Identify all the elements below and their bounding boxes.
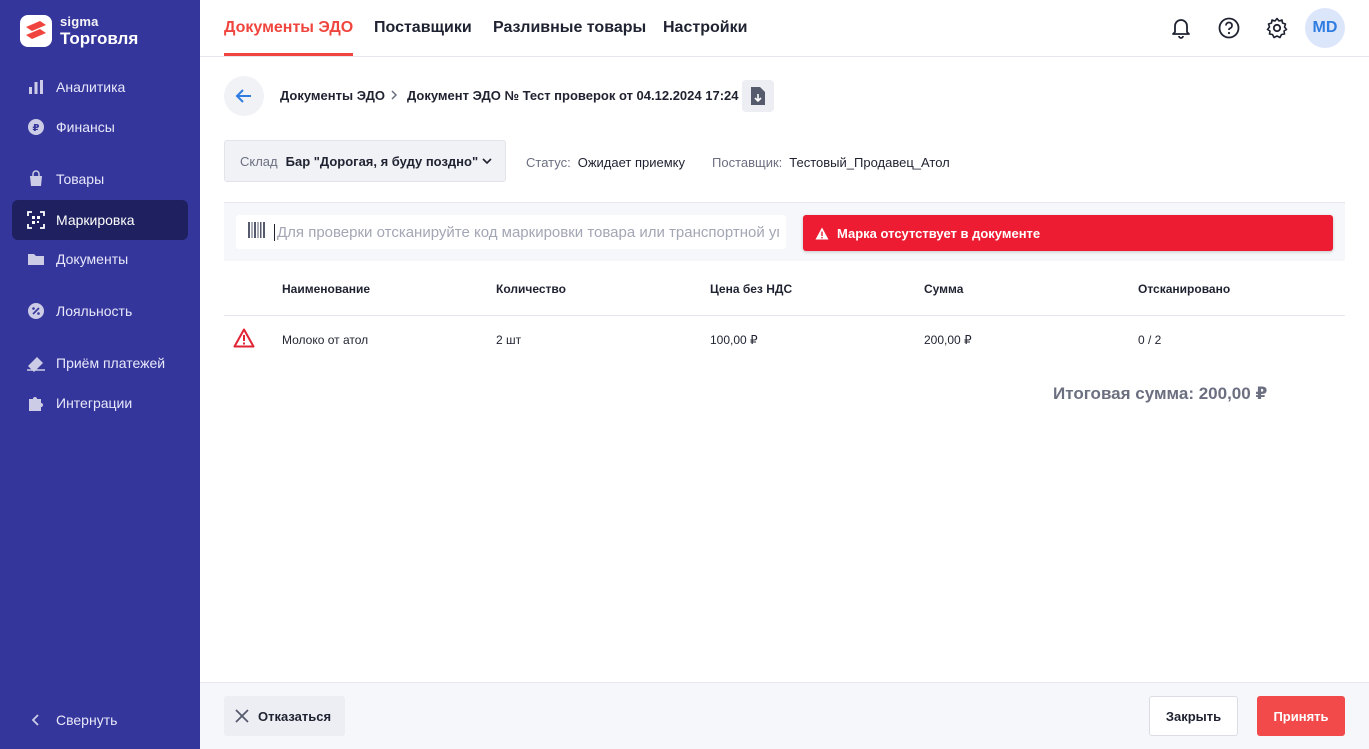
sidebar-item-marking[interactable]: Маркировка (12, 200, 188, 240)
column-header-scanned[interactable]: Отсканировано (1138, 282, 1230, 296)
refuse-button[interactable]: Отказаться (224, 696, 345, 736)
sidebar-item-label: Интеграции (56, 395, 133, 411)
sidebar-item-label: Финансы (56, 119, 115, 135)
back-button[interactable] (224, 76, 264, 116)
gear-icon[interactable] (1263, 14, 1291, 42)
sidebar-item-finance[interactable]: ₽ Финансы (12, 107, 188, 147)
cell-name: Молоко от атол (282, 333, 369, 347)
top-navigation: Документы ЭДО Поставщики Разливные товар… (200, 0, 1369, 57)
sidebar-item-label: Лояльность (56, 303, 133, 319)
logo[interactable]: sigma Торговля (20, 15, 138, 47)
column-header-sum[interactable]: Сумма (924, 282, 963, 296)
logo-sub: sigma (60, 14, 99, 29)
warning-triangle-icon (233, 328, 255, 353)
logo-main: Торговля (60, 29, 139, 48)
tab-suppliers[interactable]: Поставщики (374, 0, 472, 56)
alert-text: Марка отсутствует в документе (837, 225, 1041, 241)
close-button[interactable]: Закрыть (1149, 696, 1238, 736)
error-alert: Марка отсутствует в документе (803, 215, 1333, 251)
sidebar-item-goods[interactable]: Товары (12, 159, 188, 199)
sidebar-item-label: Аналитика (56, 79, 126, 95)
sidebar-item-payments[interactable]: Приём платежей (12, 343, 188, 383)
refuse-label: Отказаться (258, 708, 332, 724)
warehouse-label: Склад (240, 153, 278, 169)
cell-quantity: 2 шт (496, 333, 522, 347)
breadcrumb-current: Документ ЭДО № Тест проверок от 04.12.20… (407, 88, 739, 103)
cell-scanned: 0 / 2 (1138, 333, 1162, 347)
status-label: Статус: (526, 155, 571, 170)
download-document-button[interactable] (742, 80, 774, 112)
sidebar-item-label: Приём платежей (56, 355, 166, 371)
sidebar-item-analytics[interactable]: Аналитика (12, 67, 188, 107)
datamatrix-scan-icon (26, 210, 46, 230)
ruble-coin-icon: ₽ (26, 117, 46, 137)
sidebar: sigma Торговля Аналитика ₽ Финансы Товар… (0, 0, 200, 749)
svg-text:₽: ₽ (33, 123, 40, 134)
tab-edo-documents[interactable]: Документы ЭДО (224, 0, 354, 56)
warning-icon (815, 227, 829, 240)
sidebar-collapse-button[interactable]: Свернуть (12, 700, 188, 740)
percent-badge-icon (26, 301, 46, 321)
cell-sum: 200,00 ₽ (924, 333, 972, 347)
sidebar-item-integrations[interactable]: Интеграции (12, 383, 188, 423)
status-field: Статус: Ожидает приемку (526, 155, 685, 170)
bell-icon[interactable] (1167, 14, 1195, 42)
sigma-logo-icon (20, 15, 52, 47)
chevron-right-icon (389, 88, 399, 107)
warehouse-select[interactable]: Склад Бар "Дорогая, я буду поздно" (224, 140, 506, 182)
puzzle-icon (26, 393, 46, 413)
supplier-field: Поставщик: Тестовый_Продавец_Атол (712, 155, 950, 170)
accept-button[interactable]: Принять (1257, 696, 1345, 736)
sidebar-item-documents[interactable]: Документы (12, 239, 188, 279)
total-sum: Итоговая сумма: 200,00 ₽ (1053, 384, 1268, 403)
sidebar-collapse-label: Свернуть (56, 712, 118, 728)
column-header-name[interactable]: Наименование (282, 282, 370, 296)
folder-icon (26, 249, 46, 269)
tab-settings[interactable]: Настройки (663, 0, 747, 56)
scan-input[interactable] (274, 223, 779, 241)
sidebar-item-label: Документы (56, 251, 129, 267)
sidebar-item-label: Товары (56, 171, 105, 187)
cell-price: 100,00 ₽ (710, 333, 758, 347)
breadcrumb-root[interactable]: Документы ЭДО (280, 88, 385, 103)
divider (224, 315, 1345, 316)
status-value: Ожидает приемку (577, 155, 686, 170)
sidebar-item-label: Маркировка (56, 212, 135, 228)
payment-icon (26, 353, 46, 373)
scan-input-wrapper (236, 215, 786, 249)
barcode-icon (248, 221, 266, 243)
column-header-quantity[interactable]: Количество (496, 282, 566, 296)
sidebar-item-loyalty[interactable]: Лояльность (12, 291, 188, 331)
supplier-label: Поставщик: (712, 155, 783, 170)
bar-chart-icon (26, 77, 46, 97)
document-download-icon (751, 87, 765, 105)
tab-draft-goods[interactable]: Разливные товары (493, 0, 646, 56)
shopping-bag-icon (26, 169, 46, 189)
warehouse-value: Бар "Дорогая, я буду поздно" (285, 153, 479, 169)
help-icon[interactable] (1215, 14, 1243, 42)
chevron-down-icon (481, 155, 493, 170)
avatar[interactable]: MD (1305, 8, 1345, 48)
arrow-left-icon (235, 89, 251, 103)
close-icon (234, 708, 250, 724)
column-header-price[interactable]: Цена без НДС (710, 282, 792, 296)
chevron-left-icon (26, 710, 46, 730)
supplier-value: Тестовый_Продавец_Атол (789, 155, 950, 170)
